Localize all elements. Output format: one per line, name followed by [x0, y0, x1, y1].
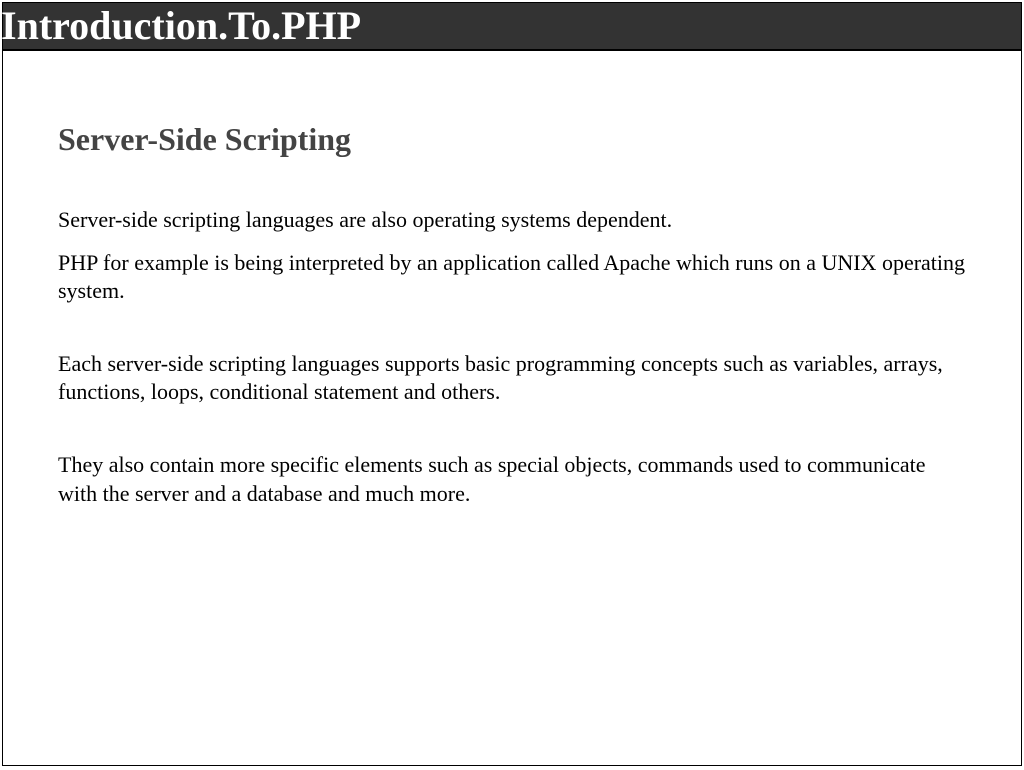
paragraph-text: PHP for example is being interpreted by … — [58, 249, 966, 306]
paragraph-text: They also contain more specific elements… — [58, 451, 966, 508]
paragraph-text: Server-side scripting languages are also… — [58, 206, 966, 235]
paragraph-group-3: They also contain more specific elements… — [58, 451, 966, 508]
paragraph-group-2: Each server-side scripting languages sup… — [58, 350, 966, 407]
section-subtitle: Server-Side Scripting — [58, 121, 966, 158]
slide-title: Introduction.To.PHP — [1, 6, 361, 46]
content-area: Server-Side Scripting Server-side script… — [3, 51, 1021, 508]
paragraph-group-1: Server-side scripting languages are also… — [58, 206, 966, 306]
paragraph-text: Each server-side scripting languages sup… — [58, 350, 966, 407]
header-bar: Introduction.To.PHP — [3, 3, 1021, 51]
slide-frame: Introduction.To.PHP Server-Side Scriptin… — [2, 2, 1022, 766]
